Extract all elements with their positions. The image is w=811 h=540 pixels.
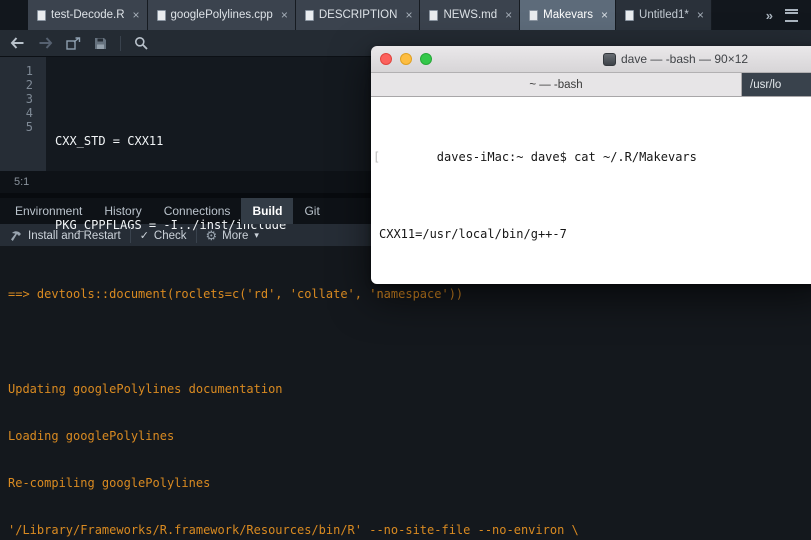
- tab-googlepolylines-cpp[interactable]: googlePolylines.cpp ×: [147, 0, 296, 30]
- check-button[interactable]: ✓ Check: [139, 229, 187, 243]
- tab-git[interactable]: Git: [293, 198, 330, 224]
- tab-build[interactable]: Build: [241, 198, 294, 224]
- terminal-tab-usr-local[interactable]: /usr/lo: [742, 73, 811, 96]
- text-file-icon: [304, 9, 314, 21]
- chevron-down-icon: ▾: [254, 230, 259, 240]
- console-line: '/Library/Frameworks/R.framework/Resourc…: [8, 522, 579, 537]
- forward-button[interactable]: [38, 37, 53, 49]
- close-window-icon[interactable]: [380, 53, 392, 65]
- close-icon[interactable]: ×: [405, 9, 412, 21]
- close-icon[interactable]: ×: [697, 9, 704, 21]
- toolbar-separator: [120, 35, 121, 51]
- line-number: 4: [25, 106, 33, 120]
- tab-environment[interactable]: Environment: [4, 198, 93, 224]
- terminal-icon: [603, 52, 616, 66]
- tab-overflow-chevron-icon[interactable]: »: [766, 8, 773, 23]
- tab-label: googlePolylines.cpp: [170, 9, 273, 21]
- terminal-title-bar[interactable]: dave — -bash — 90×12: [371, 46, 811, 73]
- search-icon[interactable]: [134, 36, 148, 50]
- text-file-icon: [529, 9, 539, 21]
- tab-makevars[interactable]: Makevars ×: [520, 0, 617, 30]
- tab-connections[interactable]: Connections: [153, 198, 242, 224]
- tab-untitled1[interactable]: Untitled1* ×: [616, 0, 712, 30]
- cursor-position[interactable]: 5:1: [14, 176, 29, 188]
- line-number: 5: [25, 120, 33, 134]
- line-number-gutter: 1 2 3 4 5: [0, 57, 46, 171]
- prompt-mark: [: [373, 149, 381, 164]
- tab-list-menu-icon[interactable]: [785, 8, 798, 22]
- minimize-window-icon[interactable]: [400, 53, 412, 65]
- tab-label: Makevars: [543, 9, 593, 21]
- rstudio-window: test-Decode.R × googlePolylines.cpp × DE…: [0, 0, 811, 540]
- r-file-icon: [37, 9, 46, 21]
- text-file-icon: [429, 9, 439, 21]
- tab-test-decode-r[interactable]: test-Decode.R ×: [28, 0, 148, 30]
- tab-history[interactable]: History: [93, 198, 152, 224]
- back-button[interactable]: [10, 37, 25, 49]
- console-line: Updating googlePolylines documentation: [8, 381, 283, 396]
- tab-label: Untitled1*: [639, 9, 689, 21]
- toolbar-separator: [129, 228, 131, 243]
- terminal-tab-bash[interactable]: ~ — -bash: [371, 73, 742, 96]
- save-button[interactable]: [94, 37, 107, 50]
- line-number: 1: [25, 64, 33, 78]
- console-line: Loading googlePolylines: [8, 428, 175, 443]
- gear-icon: ⚙: [205, 228, 218, 243]
- cpp-file-icon: [156, 9, 166, 21]
- console-line: Re-compiling googlePolylines: [8, 475, 211, 490]
- zoom-window-icon[interactable]: [420, 53, 432, 65]
- terminal-line: [daves-iMac:~ dave$ cat ~/.R/Makevars: [373, 149, 697, 164]
- terminal-line: daves-iMac:~ dave$: [379, 274, 811, 285]
- build-console[interactable]: ==> devtools::document(roclets=c('rd', '…: [0, 246, 811, 540]
- toolbar-separator: [195, 228, 197, 243]
- console-line: ==> devtools::document(roclets=c('rd', '…: [8, 287, 464, 302]
- hammer-icon: [11, 230, 21, 241]
- more-menu-button[interactable]: ⚙ More ▾: [206, 229, 259, 242]
- text-file-icon: [625, 9, 635, 21]
- terminal-content[interactable]: [daves-iMac:~ dave$ cat ~/.R/Makevars CX…: [371, 97, 811, 284]
- terminal-window: dave — -bash — 90×12 ~ — -bash /usr/lo […: [371, 46, 811, 284]
- tab-news-md[interactable]: NEWS.md ×: [420, 0, 521, 30]
- line-number: 3: [25, 92, 33, 106]
- close-icon[interactable]: ×: [133, 9, 140, 21]
- tab-label: test-Decode.R: [51, 9, 125, 21]
- tab-label: NEWS.md: [443, 9, 498, 21]
- tab-description[interactable]: DESCRIPTION ×: [295, 0, 421, 30]
- terminal-title: dave — -bash — 90×12: [603, 46, 748, 72]
- terminal-line: CXX11=/usr/local/bin/g++-7: [379, 227, 567, 241]
- close-icon[interactable]: ×: [505, 9, 512, 21]
- check-icon: ✓: [139, 230, 149, 242]
- install-and-restart-button[interactable]: Install and Restart: [10, 230, 121, 242]
- close-icon[interactable]: ×: [281, 9, 288, 21]
- tab-label: DESCRIPTION: [318, 9, 398, 21]
- open-in-new-window-button[interactable]: [66, 36, 81, 50]
- terminal-tab-bar: ~ — -bash /usr/lo: [371, 73, 811, 97]
- close-icon[interactable]: ×: [601, 9, 608, 21]
- editor-tab-bar: test-Decode.R × googlePolylines.cpp × DE…: [0, 0, 811, 30]
- tab-overflow-controls: »: [753, 0, 811, 30]
- line-number: 2: [25, 78, 33, 92]
- window-controls: [380, 53, 432, 65]
